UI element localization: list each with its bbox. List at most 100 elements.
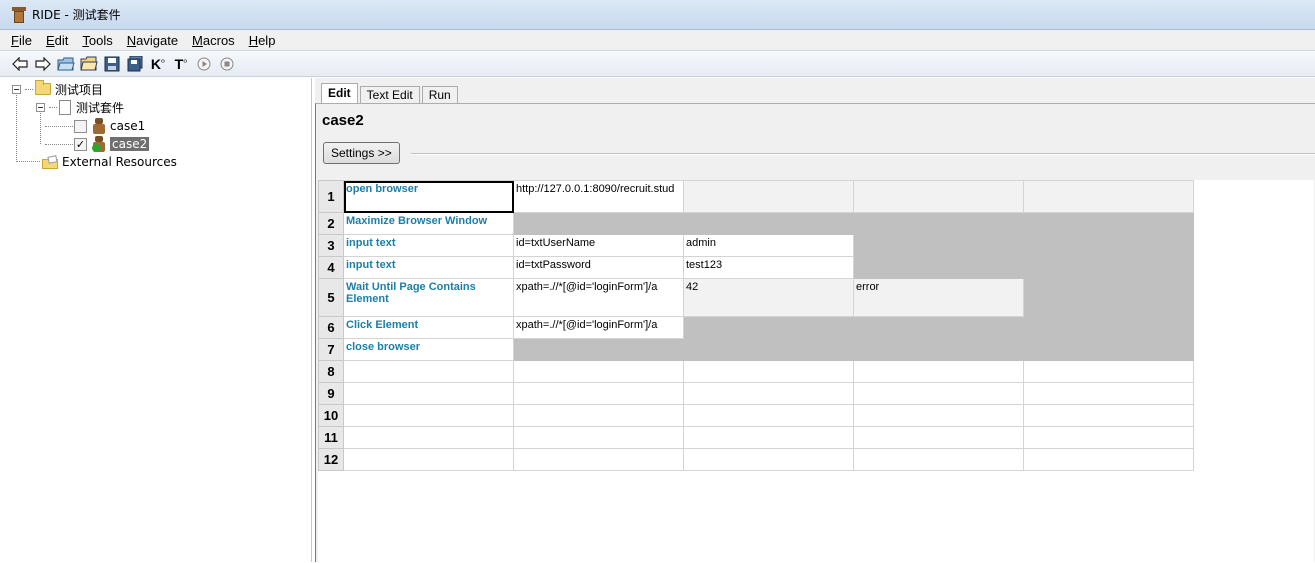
case2-checkbox[interactable]: ✓ [74, 137, 87, 151]
keyword-cell[interactable]: Click Element [343, 316, 514, 339]
run-icon[interactable] [194, 54, 214, 74]
argument-cell[interactable] [513, 212, 684, 235]
open-suite-icon[interactable] [56, 54, 76, 74]
argument-cell[interactable] [1023, 382, 1194, 405]
argument-cell[interactable]: xpath=.//*[@id='loginForm']/a [513, 278, 684, 317]
row-number[interactable]: 7 [318, 338, 344, 361]
tree-node-external-resources[interactable]: External Resources [42, 153, 177, 171]
argument-cell[interactable]: 42 [683, 278, 854, 317]
menu-edit[interactable]: Edit [46, 33, 68, 48]
argument-cell[interactable] [1023, 338, 1194, 361]
row-number[interactable]: 8 [318, 360, 344, 383]
row-number[interactable]: 11 [318, 426, 344, 449]
argument-cell[interactable] [1023, 234, 1194, 257]
argument-cell[interactable]: id=txtUserName [513, 234, 684, 257]
tab-run[interactable]: Run [421, 86, 458, 104]
argument-cell[interactable] [513, 382, 684, 405]
row-number[interactable]: 6 [318, 316, 344, 339]
argument-cell[interactable] [1023, 404, 1194, 427]
tree-node-case1[interactable]: case1 [74, 117, 145, 135]
tree-node-suite[interactable]: 测试套件 [36, 98, 124, 116]
menu-macros[interactable]: Macros [192, 33, 235, 48]
keyword-cell[interactable] [343, 360, 514, 383]
row-number[interactable]: 9 [318, 382, 344, 405]
argument-cell[interactable]: admin [683, 234, 854, 257]
argument-cell[interactable] [853, 338, 1024, 361]
keyword-cell[interactable]: close browser [343, 338, 514, 361]
argument-cell[interactable] [683, 212, 854, 235]
argument-cell[interactable] [513, 448, 684, 471]
open-directory-icon[interactable] [79, 54, 99, 74]
keyword-cell[interactable]: input text [343, 234, 514, 257]
argument-cell[interactable] [853, 180, 1024, 213]
tree-node-case2[interactable]: ✓ case2 [74, 135, 150, 153]
row-number[interactable]: 12 [318, 448, 344, 471]
menu-help[interactable]: Help [249, 33, 276, 48]
argument-cell[interactable] [683, 426, 854, 449]
argument-cell[interactable] [853, 316, 1024, 339]
case1-checkbox[interactable] [74, 119, 87, 133]
argument-cell[interactable] [683, 338, 854, 361]
argument-cell[interactable] [683, 180, 854, 213]
argument-cell[interactable] [1023, 212, 1194, 235]
collapse-toggle-icon[interactable] [36, 102, 45, 112]
argument-cell[interactable] [853, 234, 1024, 257]
save-icon[interactable] [102, 54, 122, 74]
argument-cell[interactable] [683, 382, 854, 405]
argument-cell[interactable] [1023, 180, 1194, 213]
argument-cell[interactable] [853, 212, 1024, 235]
search-keywords-icon[interactable]: Kᵒ [148, 54, 168, 74]
argument-cell[interactable] [683, 316, 854, 339]
argument-cell[interactable] [1023, 426, 1194, 449]
row-number[interactable]: 3 [318, 234, 344, 257]
argument-cell[interactable] [683, 360, 854, 383]
search-tests-icon[interactable]: Tᵒ [171, 54, 191, 74]
argument-cell[interactable] [853, 256, 1024, 279]
keyword-cell[interactable]: Wait Until Page Contains Element [343, 278, 514, 317]
collapse-toggle-icon[interactable] [12, 84, 21, 94]
save-all-icon[interactable] [125, 54, 145, 74]
keyword-cell[interactable]: input text [343, 256, 514, 279]
argument-cell[interactable] [1023, 256, 1194, 279]
back-arrow-icon[interactable] [10, 54, 30, 74]
argument-cell[interactable]: id=txtPassword [513, 256, 684, 279]
argument-cell[interactable]: error [853, 278, 1024, 317]
argument-cell[interactable] [683, 404, 854, 427]
argument-cell[interactable] [853, 404, 1024, 427]
argument-cell[interactable] [853, 448, 1024, 471]
keyword-cell[interactable] [343, 382, 514, 405]
menu-file[interactable]: File [11, 33, 32, 48]
menu-tools[interactable]: Tools [82, 33, 112, 48]
keyword-cell[interactable]: Maximize Browser Window [343, 212, 514, 235]
argument-cell[interactable] [513, 426, 684, 449]
argument-cell[interactable] [853, 360, 1024, 383]
keyword-cell[interactable] [343, 426, 514, 449]
argument-cell[interactable] [853, 382, 1024, 405]
row-number[interactable]: 4 [318, 256, 344, 279]
row-number[interactable]: 10 [318, 404, 344, 427]
argument-cell[interactable] [513, 404, 684, 427]
argument-cell[interactable]: http://127.0.0.1:8090/recruit.stud [513, 180, 684, 213]
forward-arrow-icon[interactable] [33, 54, 53, 74]
argument-cell[interactable]: test123 [683, 256, 854, 279]
argument-cell[interactable] [1023, 316, 1194, 339]
tab-edit[interactable]: Edit [321, 83, 358, 104]
tree-node-project[interactable]: 测试项目 [12, 80, 103, 98]
argument-cell[interactable] [683, 448, 854, 471]
keyword-cell[interactable] [343, 448, 514, 471]
stop-icon[interactable] [217, 54, 237, 74]
argument-cell[interactable] [1023, 360, 1194, 383]
argument-cell[interactable] [1023, 448, 1194, 471]
row-number[interactable]: 1 [318, 180, 344, 213]
settings-button[interactable]: Settings >> [323, 142, 400, 164]
menu-navigate[interactable]: Navigate [127, 33, 178, 48]
tab-text-edit[interactable]: Text Edit [359, 86, 420, 104]
row-number[interactable]: 5 [318, 278, 344, 317]
argument-cell[interactable] [1023, 278, 1194, 317]
argument-cell[interactable] [513, 360, 684, 383]
argument-cell[interactable] [853, 426, 1024, 449]
argument-cell[interactable]: xpath=.//*[@id='loginForm']/a [513, 316, 684, 339]
keyword-cell[interactable]: open browser [343, 180, 514, 213]
argument-cell[interactable] [513, 338, 684, 361]
row-number[interactable]: 2 [318, 212, 344, 235]
